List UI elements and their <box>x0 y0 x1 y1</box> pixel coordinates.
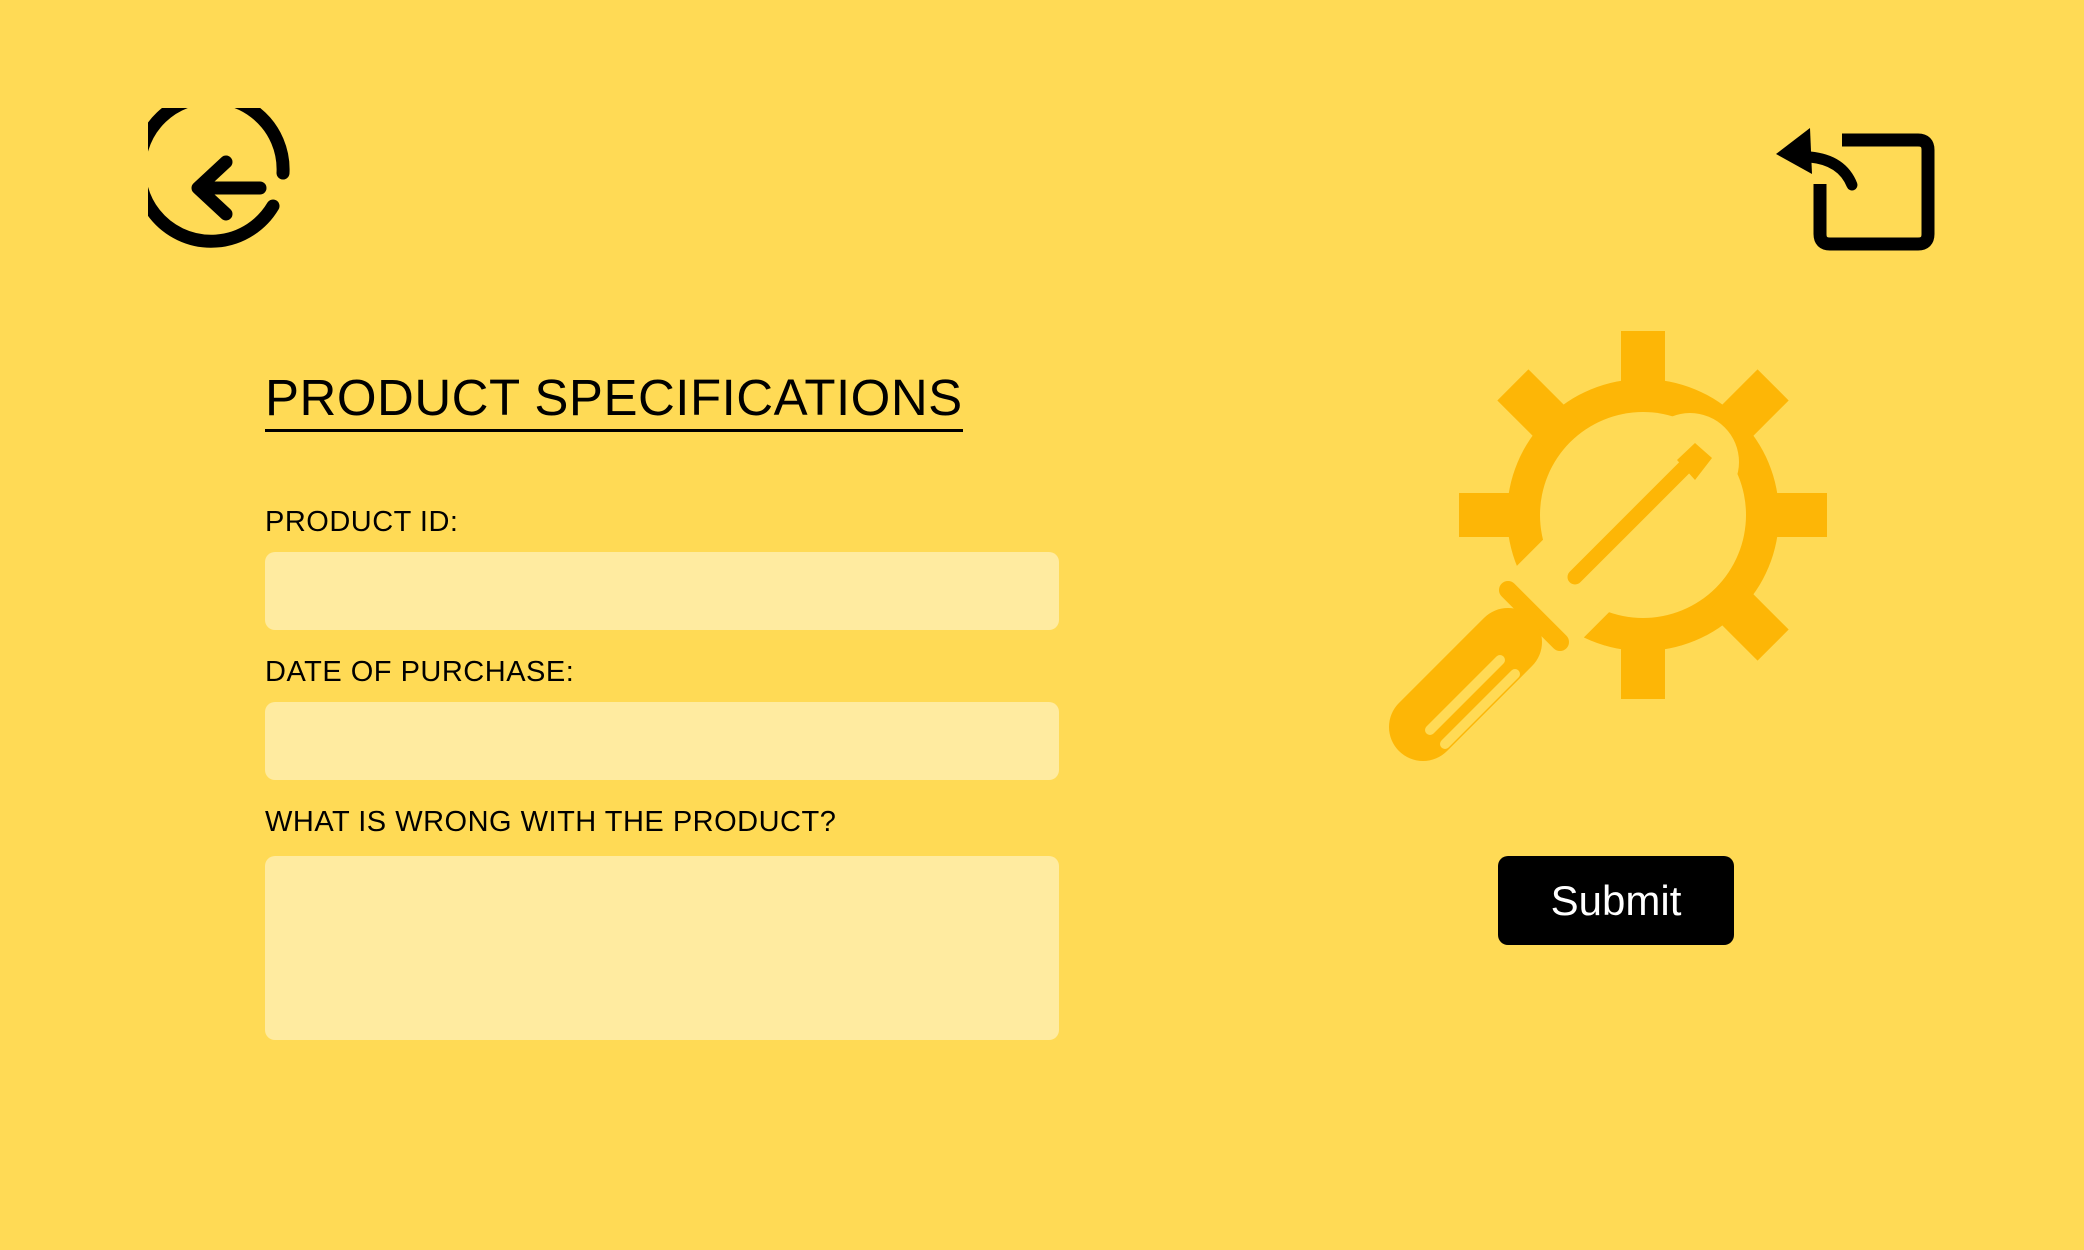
page-title: PRODUCT SPECIFICATIONS <box>265 372 963 432</box>
product-id-input[interactable] <box>265 552 1059 630</box>
problem-description-textarea[interactable] <box>265 856 1059 1040</box>
submit-button[interactable]: Submit <box>1498 856 1734 945</box>
date-of-purchase-input[interactable] <box>265 702 1059 780</box>
problem-description-label: WHAT IS WRONG WITH THE PRODUCT? <box>265 806 837 838</box>
date-of-purchase-label: DATE OF PURCHASE: <box>265 656 575 688</box>
share-button[interactable] <box>1772 122 1936 254</box>
illustration <box>1370 330 1830 780</box>
forward-share-icon <box>1776 128 1935 251</box>
product-id-label: PRODUCT ID: <box>265 506 459 538</box>
circular-back-arrow-icon <box>148 108 290 248</box>
back-button[interactable] <box>148 108 308 268</box>
gear-screwdriver-icon <box>1389 331 1827 761</box>
